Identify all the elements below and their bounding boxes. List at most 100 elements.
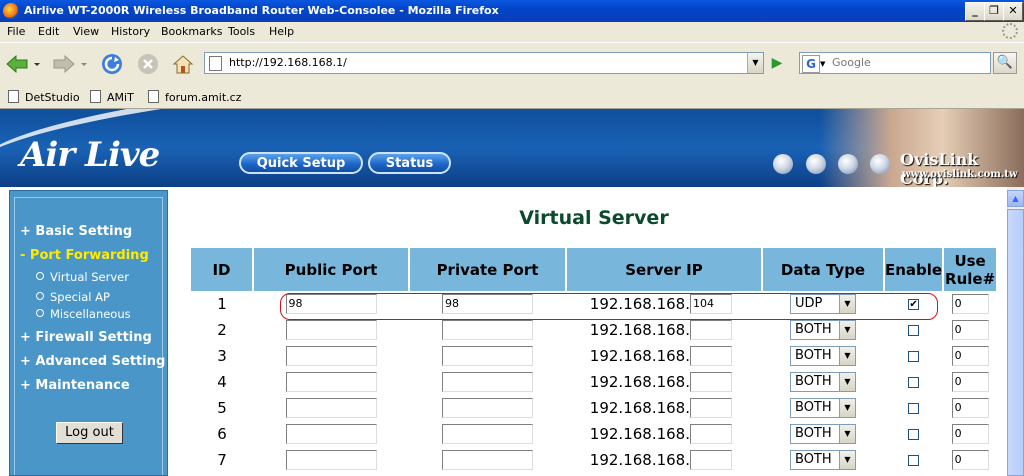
use-rule-input[interactable]: 0 [951,320,989,340]
maximize-button[interactable]: ❐ [984,2,1004,21]
table-row: 4 192.168.168. BOTH ▼ 0 [191,369,997,395]
data-type-select[interactable]: BOTH ▼ [790,450,856,470]
sidebar-item-virtual-server[interactable]: Virtual Server [36,270,129,284]
scrollbar-thumb[interactable] [1007,209,1024,476]
enable-checkbox[interactable] [908,351,920,362]
public-port-cell [253,395,409,421]
url-dropdown-icon[interactable]: ▼ [747,53,763,73]
enable-checkbox[interactable] [908,429,920,440]
back-arrow-icon[interactable] [5,52,29,76]
sidebar-item-miscellaneous[interactable]: Miscellaneous [36,307,131,321]
use-rule-cell: 0 [943,369,997,395]
menu-help[interactable]: Help [269,25,294,38]
data-type-select[interactable]: BOTH ▼ [790,346,856,366]
use-rule-input[interactable]: 0 [951,294,989,314]
enable-checkbox[interactable] [908,403,920,414]
server-ip-input[interactable] [690,372,732,392]
go-button[interactable]: ▶ [766,53,788,73]
public-port-cell [253,343,409,369]
server-ip-input[interactable] [690,450,732,470]
use-rule-input[interactable]: 0 [951,450,989,470]
private-port-input[interactable] [442,424,533,444]
public-port-input[interactable] [285,346,377,366]
private-port-input[interactable] [442,398,533,418]
enable-checkbox[interactable] [908,325,920,336]
sidebar-item-basic-setting[interactable]: + Basic Setting [20,224,132,239]
menu-file[interactable]: File [7,25,25,38]
chevron-down-icon[interactable]: ▼ [839,451,855,469]
reload-icon[interactable] [100,52,124,76]
server-ip-input[interactable] [690,346,732,366]
server-ip-input[interactable] [690,398,732,418]
private-port-input[interactable] [442,450,533,470]
enable-checkbox[interactable] [908,455,920,466]
scroll-up-icon[interactable]: ▲ [1007,190,1024,207]
chevron-down-icon[interactable]: ▼ [839,399,855,417]
table-row: 2 192.168.168. BOTH ▼ 0 [191,317,997,343]
public-port-input[interactable] [285,450,377,470]
header-server-ip: Server IP [566,248,763,291]
forward-arrow-icon[interactable] [52,52,76,76]
status-button[interactable]: Status [368,152,451,174]
private-port-input[interactable] [442,372,533,392]
search-engine-dropdown-icon[interactable]: ▼ [820,60,825,68]
logout-button[interactable]: Log out [56,422,123,444]
sidebar-item-port-forwarding[interactable]: - Port Forwarding [20,248,149,263]
enable-checkbox[interactable] [908,377,920,388]
home-icon[interactable] [171,52,195,76]
public-port-input[interactable] [285,398,377,418]
menu-history[interactable]: History [111,25,150,38]
data-type-select[interactable]: BOTH ▼ [790,424,856,444]
public-port-input[interactable] [285,372,377,392]
bookmark-detstudio[interactable]: DetStudio [8,90,80,104]
use-rule-input[interactable]: 0 [951,398,989,418]
search-engine-icon[interactable]: G [802,55,820,73]
chevron-down-icon[interactable]: ▼ [839,425,855,443]
bookmark-amit[interactable]: AMiT [90,90,134,104]
chevron-down-icon[interactable]: ▼ [839,373,855,391]
server-ip-cell: 192.168.168. [566,421,762,447]
data-type-select[interactable]: BOTH ▼ [790,320,856,340]
back-dropdown-icon[interactable] [31,52,43,76]
chevron-down-icon[interactable]: ▼ [839,347,855,365]
public-port-input[interactable] [285,320,377,340]
quick-setup-button[interactable]: Quick Setup [239,152,363,174]
private-port-input[interactable] [442,346,533,366]
sidebar-item-special-ap[interactable]: Special AP [36,290,110,304]
chevron-down-icon[interactable]: ▼ [839,321,855,339]
highlight-annotation [280,293,938,320]
menu-bookmarks[interactable]: Bookmarks [161,25,222,38]
header-private-port: Private Port [409,248,567,291]
vertical-scrollbar[interactable]: ▲ [1007,187,1024,476]
sidebar-item-maintenance[interactable]: + Maintenance [20,378,130,393]
use-rule-input[interactable]: 0 [951,424,989,444]
use-rule-input[interactable]: 0 [951,346,989,366]
minimize-button[interactable]: _ [965,2,985,21]
search-button[interactable]: 🔍 [993,52,1017,74]
stop-icon[interactable] [136,52,160,76]
menu-edit[interactable]: Edit [38,25,59,38]
bookmark-forum-amit[interactable]: forum.amit.cz [148,90,241,104]
server-ip-input[interactable] [690,424,732,444]
private-port-input[interactable] [442,320,533,340]
enable-cell [884,317,943,343]
menu-tools[interactable]: Tools [228,25,255,38]
use-rule-input[interactable]: 0 [951,372,989,392]
forward-dropdown-icon[interactable] [78,52,90,76]
ip-prefix: 192.168.168. [589,451,690,469]
url-bar[interactable]: http://192.168.168.1/ ▼ [204,52,764,74]
sidebar-item-advanced-setting[interactable]: + Advanced Setting [20,354,165,369]
data-type-select[interactable]: BOTH ▼ [790,398,856,418]
sidebar-item-firewall-setting[interactable]: + Firewall Setting [20,330,152,345]
header-data-type: Data Type [762,248,885,291]
sidebar-item-label: Miscellaneous [50,307,131,321]
close-button[interactable]: ✕ [1003,2,1023,21]
search-input[interactable]: G ▼ Google [799,52,991,74]
menu-view[interactable]: View [73,25,99,38]
data-type-select[interactable]: BOTH ▼ [790,372,856,392]
server-ip-cell: 192.168.168. [566,447,762,473]
enable-cell [884,395,943,421]
private-port-cell [409,369,566,395]
public-port-input[interactable] [285,424,377,444]
server-ip-input[interactable] [690,320,732,340]
